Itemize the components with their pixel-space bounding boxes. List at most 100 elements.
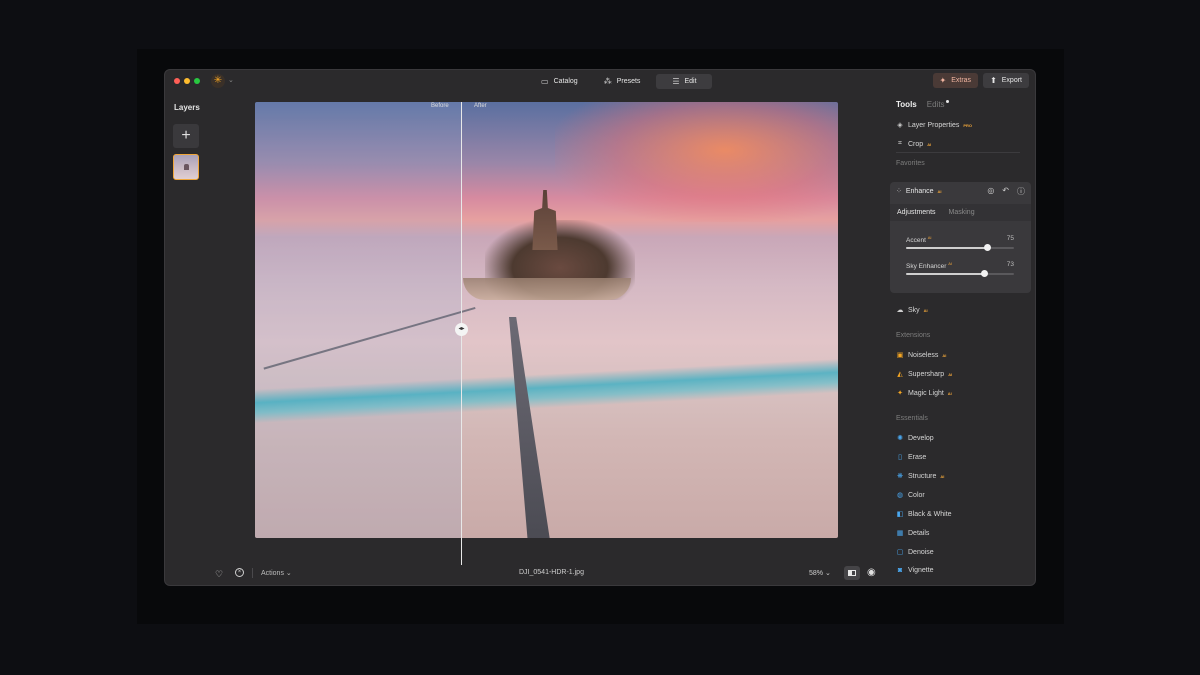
tab-presets-label: Presets xyxy=(616,78,641,85)
slider-knob[interactable] xyxy=(981,270,989,277)
heart-icon[interactable]: ♡ xyxy=(215,569,223,580)
tool-erase[interactable]: ▯ Erase xyxy=(896,453,926,462)
tool-label: Magic Light xyxy=(908,389,944,397)
tool-label: Black & White xyxy=(908,510,952,518)
eye-icon[interactable]: ◎ xyxy=(987,186,994,197)
reject-icon[interactable]: × xyxy=(235,568,244,577)
tab-catalog-label: Catalog xyxy=(553,78,578,85)
slider-track[interactable] xyxy=(906,270,1014,277)
tool-label: Noiseless xyxy=(908,351,939,359)
eye-icon[interactable]: ◉ xyxy=(867,567,876,578)
tab-presets[interactable]: ⁂ Presets xyxy=(594,74,651,89)
tab-masking[interactable]: Masking xyxy=(949,209,975,216)
tool-structure[interactable]: ❋ Structure AI xyxy=(896,472,945,481)
extras-button[interactable]: ✦ Extras xyxy=(932,73,979,88)
structure-icon: ❋ xyxy=(897,473,903,480)
bridge-road xyxy=(509,317,551,538)
minimize-window-button[interactable] xyxy=(184,78,190,84)
top-actions: ✦ Extras ⬆ Export xyxy=(932,73,1029,88)
tool-black-white[interactable]: ◧ Black & White xyxy=(896,510,952,519)
tool-label: Develop xyxy=(908,434,934,442)
enhance-tabs: Adjustments Masking xyxy=(890,204,1031,221)
layer-thumbnail[interactable] xyxy=(173,154,199,180)
export-button[interactable]: ⬆ Export xyxy=(983,73,1029,88)
ai-badge: AI xyxy=(937,188,942,194)
slider-label: Accent AI xyxy=(906,235,932,245)
before-label: Before xyxy=(431,103,449,109)
tool-magic-light[interactable]: ✦ Magic Light AI xyxy=(896,389,952,398)
layers-icon: ◈ xyxy=(897,122,903,129)
chevron-down-icon[interactable]: ⌄ xyxy=(228,76,234,84)
favorites-heading: Favorites xyxy=(896,160,925,167)
supersharp-icon: ◭ xyxy=(897,371,903,378)
tool-denoise[interactable]: ▢ Denoise xyxy=(896,548,934,557)
actions-menu[interactable]: Actions ⌄ xyxy=(261,569,292,577)
tab-tools[interactable]: Tools xyxy=(896,100,917,109)
zoom-value: 58% xyxy=(809,570,824,577)
tab-adjustments[interactable]: Adjustments xyxy=(897,209,936,216)
tab-edits[interactable]: Edits xyxy=(927,100,949,109)
color-icon: ◍ xyxy=(896,492,904,499)
island-walls xyxy=(463,278,631,300)
ai-badge: AI xyxy=(942,352,947,358)
tool-develop[interactable]: ✺ Develop xyxy=(896,434,934,443)
tool-label: Structure xyxy=(908,472,937,480)
slider-fill xyxy=(906,247,987,249)
crop-icon: ⌗ xyxy=(898,140,902,147)
divider xyxy=(252,568,253,578)
info-icon[interactable]: ⓘ xyxy=(1017,186,1025,197)
tool-sky[interactable]: ☁ Sky AI xyxy=(896,306,928,315)
folder-icon: ▭ xyxy=(541,77,549,86)
export-icon: ⬆ xyxy=(990,76,997,85)
export-label: Export xyxy=(1001,77,1022,84)
tool-label: Layer Properties xyxy=(908,121,960,129)
ai-badge: AI xyxy=(923,307,928,313)
magic-light-icon: ✦ xyxy=(897,390,903,397)
tool-noiseless[interactable]: ▣ Noiseless AI xyxy=(896,351,947,360)
sliders-icon: ☰ xyxy=(672,77,680,86)
enhance-header[interactable]: ⁘ Enhance AI xyxy=(896,187,942,196)
tool-label: Sky xyxy=(908,306,920,314)
compare-handle-icon[interactable]: ◂▸ xyxy=(455,323,468,336)
photo-canvas[interactable] xyxy=(255,102,838,538)
tool-crop[interactable]: ⌗ Crop AI xyxy=(896,140,931,148)
tab-catalog[interactable]: ▭ Catalog xyxy=(531,74,588,89)
add-layer-button[interactable]: + xyxy=(173,124,199,148)
ai-badge: AI xyxy=(948,371,953,377)
enhance-card: ⁘ Enhance AI ◎ ↶ ⓘ Adjustments Masking A… xyxy=(890,182,1031,293)
enhance-actions: ◎ ↶ ⓘ xyxy=(987,186,1025,197)
eraser-icon: ▯ xyxy=(898,454,902,461)
tool-color[interactable]: ◍ Color xyxy=(896,491,925,500)
sparkle-icon: ⁘ xyxy=(896,188,902,195)
ai-badge: AI xyxy=(927,141,932,147)
tool-label: Crop xyxy=(908,140,924,148)
slider-value: 73 xyxy=(1006,261,1014,268)
sun-logo-icon[interactable]: ✳ xyxy=(211,74,225,88)
compare-view-button[interactable] xyxy=(844,566,860,580)
close-window-button[interactable] xyxy=(174,78,180,84)
app-window: ✳ ⌄ ▭ Catalog ⁂ Presets ☰ Edit ✦ Extras … xyxy=(164,69,1036,586)
slider-value: 75 xyxy=(1006,235,1014,242)
vignette-icon: ◙ xyxy=(897,567,903,574)
undo-icon[interactable]: ↶ xyxy=(1002,186,1009,197)
bottom-bar: ♡ × Actions ⌄ DJI_0541-HDR-1.jpg 58% ⌄ ◉ xyxy=(165,566,886,585)
ai-badge: AI xyxy=(940,473,945,479)
tool-supersharp[interactable]: ◭ Supersharp AI xyxy=(896,370,953,379)
zoom-menu[interactable]: 58% ⌄ xyxy=(809,569,831,577)
denoise-icon: ▢ xyxy=(896,549,904,556)
tool-layer-properties[interactable]: ◈ Layer Properties PRO xyxy=(896,121,972,130)
zoom-window-button[interactable] xyxy=(194,78,200,84)
slider-knob[interactable] xyxy=(983,244,991,251)
tool-vignette[interactable]: ◙ Vignette xyxy=(896,567,934,574)
essentials-heading: Essentials xyxy=(896,415,928,422)
divider xyxy=(896,152,1020,153)
layers-title: Layers xyxy=(174,103,200,112)
tab-edit[interactable]: ☰ Edit xyxy=(656,74,713,89)
slider-track[interactable] xyxy=(906,244,1014,251)
presets-icon: ⁂ xyxy=(603,77,612,86)
cloud-icon: ☁ xyxy=(896,307,904,314)
after-label: After xyxy=(474,103,487,109)
tool-details[interactable]: ▦ Details xyxy=(896,529,930,538)
sky-glow xyxy=(555,102,838,222)
extras-label: Extras xyxy=(951,77,972,84)
